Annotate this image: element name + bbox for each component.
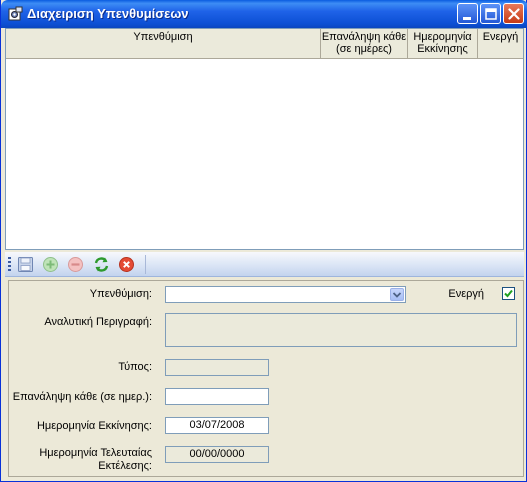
maximize-icon (485, 8, 497, 20)
add-icon[interactable] (42, 256, 59, 273)
reminder-combobox[interactable] (165, 286, 406, 303)
maximize-button[interactable] (480, 3, 501, 24)
refresh-icon[interactable] (93, 256, 110, 273)
record-toolbar (5, 252, 524, 277)
minimize-icon (463, 17, 471, 20)
column-header-active[interactable]: Ενεργή (478, 29, 523, 59)
reminder-dropdown-button[interactable] (390, 288, 404, 301)
description-label: Αναλυτική Περιγραφή: (44, 316, 152, 328)
last-run-field[interactable]: 00/00/0000 (165, 446, 269, 463)
delete-icon[interactable] (67, 256, 84, 273)
checkmark-icon (504, 289, 513, 298)
window-title: Διαχειριση Υπενθυμίσεων (27, 6, 189, 21)
reminders-window: Διαχειριση Υπενθυμίσεων Υπενθύμιση Επανά… (0, 0, 527, 482)
column-header-start-date[interactable]: Ημερομηνία Εκκίνησης (408, 29, 478, 59)
close-button[interactable] (503, 3, 524, 24)
repeat-field[interactable] (165, 388, 269, 405)
repeat-label: Επανάληψη κάθε (σε ημερ.): (12, 391, 152, 403)
active-label: Ενεργή (448, 288, 484, 300)
grid-header: Υπενθύμιση Επανάληψη κάθε (σε ημέρες) Ημ… (6, 29, 523, 59)
type-field[interactable] (165, 359, 269, 376)
save-icon[interactable] (17, 256, 34, 273)
close-icon (508, 8, 520, 20)
cancel-icon[interactable] (118, 256, 135, 273)
type-label: Τύπος: (118, 361, 152, 373)
column-header-repeat[interactable]: Επανάληψη κάθε (σε ημέρες) (321, 29, 408, 59)
column-header-reminder[interactable]: Υπενθύμιση (6, 29, 321, 59)
reminder-label: Υπενθύμιση: (89, 288, 152, 300)
title-bar[interactable]: Διαχειριση Υπενθυμίσεων (1, 0, 527, 28)
toolbar-grip[interactable] (8, 257, 11, 272)
start-date-field[interactable]: 03/07/2008 (165, 417, 269, 434)
chevron-down-icon (392, 292, 402, 298)
last-run-label: Ημερομηνία Τελευταίας Εκτέλεσης: (39, 447, 152, 472)
reminders-grid[interactable]: Υπενθύμιση Επανάληψη κάθε (σε ημέρες) Ημ… (5, 28, 524, 250)
description-field[interactable] (165, 313, 517, 347)
minimize-button[interactable] (457, 3, 478, 24)
app-gear-icon (8, 6, 23, 21)
toolbar-separator (145, 255, 146, 274)
start-date-label: Ημερομηνία Εκκίνησης: (36, 420, 152, 432)
active-checkbox[interactable] (502, 287, 515, 300)
reminder-form: Υπενθύμιση: Ενεργή Αναλυτική Περιγραφή: … (8, 280, 524, 477)
